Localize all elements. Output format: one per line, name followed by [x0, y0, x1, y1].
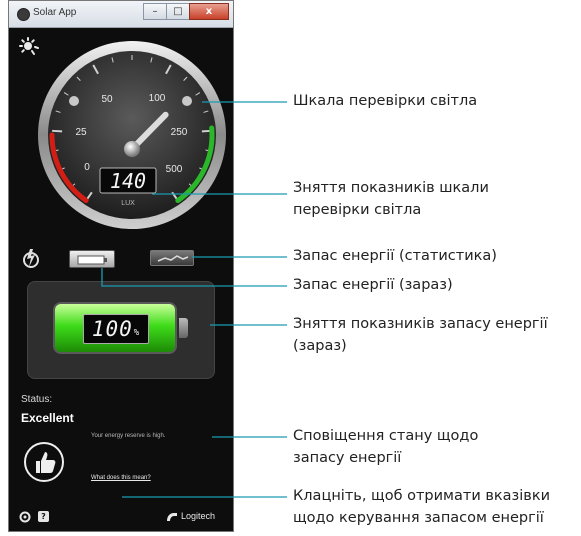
reserve-now-button[interactable] [69, 250, 115, 268]
battery-terminal [179, 318, 188, 338]
reserve-reading-value: 100 [91, 317, 133, 341]
gauge-tick-label: 50 [101, 94, 113, 105]
status-value: Excellent [21, 411, 74, 425]
callout-help-line2: щодо керування запасом енергії [293, 510, 544, 526]
window-title: Solar App [33, 7, 77, 18]
minimize-button[interactable]: – [143, 3, 167, 20]
title-bar[interactable]: Solar App – □ x [9, 1, 233, 28]
gauge-needle-hub [124, 141, 140, 157]
brand-name: Logitech [181, 511, 216, 521]
settings-icon[interactable] [19, 511, 31, 523]
gauge-face [48, 51, 216, 219]
help-icon[interactable]: ? [38, 511, 49, 522]
callout-status-note-line2: запасу енергії [293, 450, 402, 466]
callout-light-meter: Шкала перевірки світла [293, 93, 478, 109]
history-graph-icon [157, 255, 189, 262]
maximize-button[interactable]: □ [166, 3, 190, 20]
status-label: Status: [21, 394, 53, 405]
gauge-tick-label: 500 [166, 164, 183, 175]
callout-reserve-reading-line2: (зараз) [293, 338, 347, 354]
callout-reserve-reading-line1: Зняття показників запасу енергії [293, 316, 548, 332]
gauge-tick-label: 100 [149, 93, 166, 104]
gauge-tick-label: 250 [171, 127, 188, 138]
reserve-reading-unit: % [133, 328, 141, 338]
battery-gauge: 100% [53, 302, 177, 354]
help-link[interactable]: What does this mean? [91, 475, 151, 481]
thumbs-up-icon [24, 442, 64, 482]
close-button[interactable]: x [189, 3, 229, 20]
callout-help-line1: Клацніть, щоб отримати вказівки [293, 488, 551, 504]
callout-light-reading-line2: перевірки світла [293, 202, 422, 218]
energy-reserve-panel: 100% [27, 281, 215, 379]
light-reading-value: 140 [110, 169, 146, 193]
reserve-reading-display: 100% [83, 314, 149, 344]
logitech-logo-icon [167, 513, 177, 521]
status-message: Your energy reserve is high. [91, 433, 166, 439]
window-controls: – □ x [143, 3, 229, 20]
solar-app-window: Solar App – □ x 0 25 50 100 250 500 140 … [8, 0, 234, 532]
callout-reserve-history: Запас енергії (статистика) [293, 248, 497, 264]
app-icon [17, 8, 30, 21]
gauge-tick [52, 129, 63, 133]
gauge-tick-label: 25 [75, 127, 87, 138]
callout-light-reading-line1: Зняття показників шкали [293, 180, 489, 196]
callout-status-note-line1: Сповіщення стану щодо [293, 428, 479, 444]
callout-reserve-now: Запас енергії (зараз) [293, 277, 453, 293]
gauge-screw-right [182, 96, 192, 106]
reserve-history-button[interactable] [150, 250, 194, 266]
light-meter-gauge: 0 25 50 100 250 500 140 LUX [38, 41, 226, 229]
energy-reserve-icon [23, 249, 39, 268]
light-reading-unit: LUX [121, 200, 135, 207]
battery-icon [77, 255, 107, 265]
gauge-screw-left [69, 96, 79, 106]
gauge-tick-label: 0 [84, 162, 90, 173]
